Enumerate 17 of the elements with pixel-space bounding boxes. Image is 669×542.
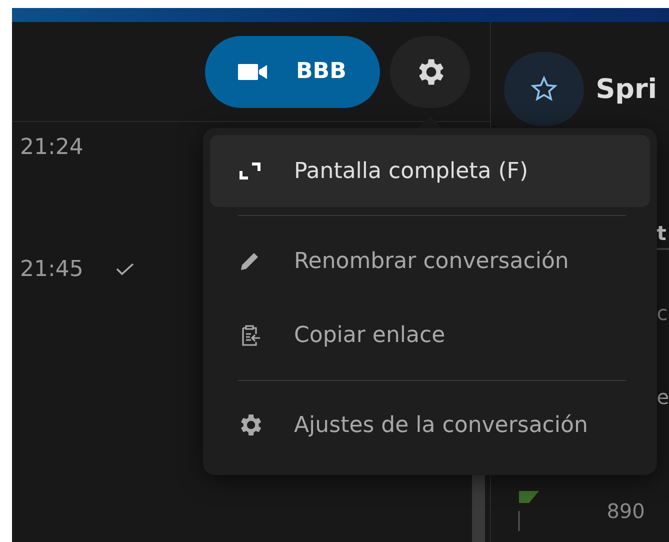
video-call-button[interactable]: BBB — [204, 36, 380, 108]
text-fragment: 890 — [606, 499, 645, 523]
fullscreen-icon — [239, 162, 261, 180]
pencil-icon — [239, 250, 261, 272]
text-fragment: t — [656, 221, 666, 245]
message-time: 21:45 — [20, 256, 84, 282]
menu-item[interactable]: Copiar enlace — [210, 298, 650, 372]
text-fragment: e — [656, 385, 669, 409]
conversation-title: Spri — [596, 74, 658, 104]
message-time: 21:24 — [20, 134, 84, 160]
star-icon — [530, 75, 558, 103]
video-camera-icon — [238, 62, 268, 80]
clipboard-icon — [239, 323, 261, 347]
menu-item[interactable]: Renombrar conversación — [210, 224, 650, 298]
text-fragment: c — [656, 301, 668, 325]
menu-item[interactable]: Pantalla completa (F) — [210, 135, 650, 207]
menu-item[interactable]: Ajustes de la conversación — [210, 389, 650, 461]
